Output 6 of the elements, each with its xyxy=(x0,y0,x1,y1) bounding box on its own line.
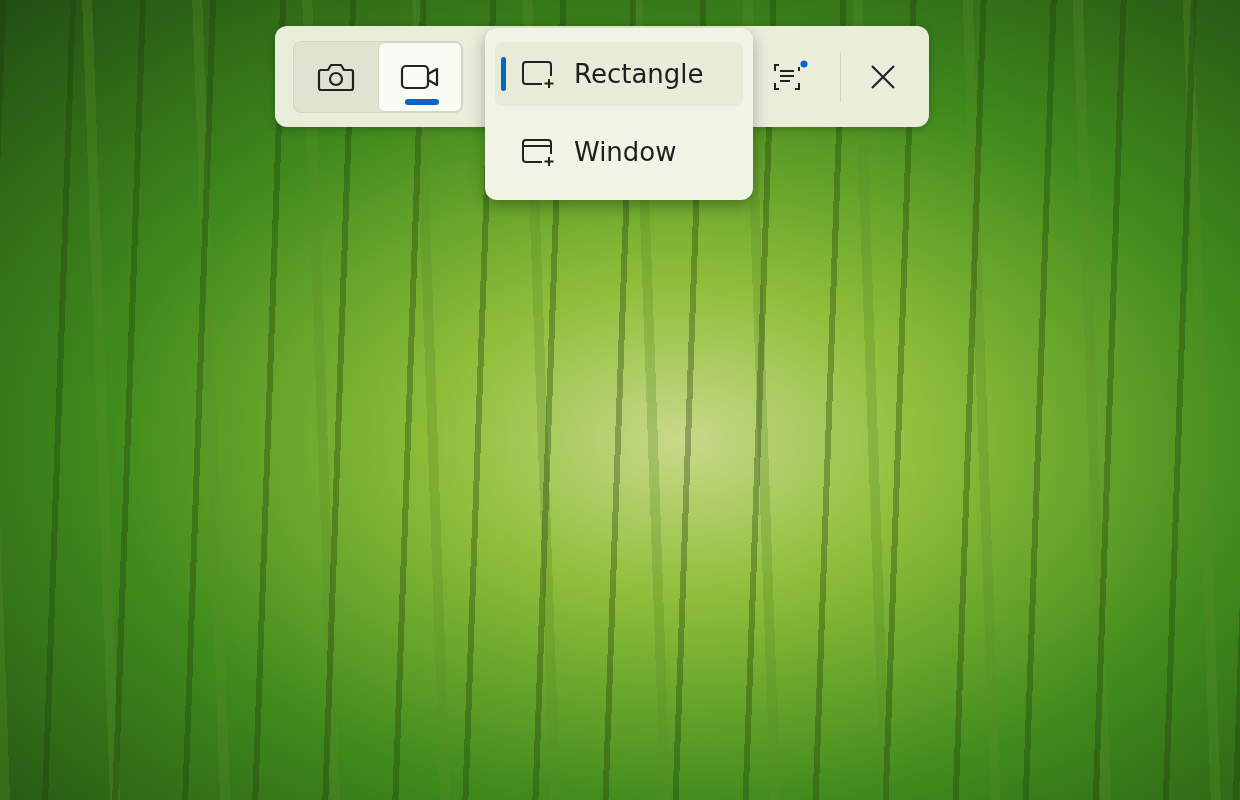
window-add-icon xyxy=(520,136,556,168)
rectangle-add-icon xyxy=(520,58,556,90)
menu-item[interactable]: Window xyxy=(495,120,743,184)
video-mode-button[interactable] xyxy=(378,41,462,112)
menu-item[interactable]: Rectangle xyxy=(495,42,743,106)
close-icon xyxy=(869,62,897,91)
